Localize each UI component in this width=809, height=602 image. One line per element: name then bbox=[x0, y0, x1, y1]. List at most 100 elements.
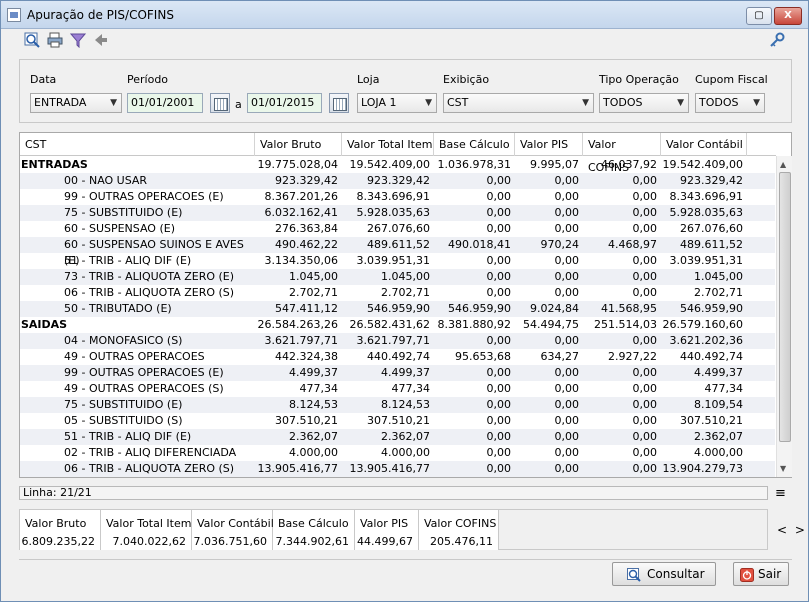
preview-icon[interactable] bbox=[23, 32, 40, 49]
table-cell-total: 8.124,53 bbox=[381, 398, 430, 411]
table-row[interactable]: 00 - NAO USAR 923.329,42 923.329,42 0,00 0,0… bbox=[20, 173, 775, 189]
table-cell-bruto: 2.702,71 bbox=[289, 286, 338, 299]
close-button[interactable]: X bbox=[774, 7, 802, 25]
table-cell-pis: 0,00 bbox=[554, 174, 580, 187]
table-cell-bruto: 13.905.416,77 bbox=[257, 462, 338, 475]
table-cell-total: 13.905.416,77 bbox=[349, 462, 430, 475]
table-cell-pis: 0,00 bbox=[554, 382, 580, 395]
table-cell-bruto: 547.411,12 bbox=[275, 302, 338, 315]
table-cell-bruto: 490.462,22 bbox=[275, 238, 338, 251]
back-arrow-icon[interactable] bbox=[92, 32, 109, 49]
table-cell-cofins: 0,00 bbox=[632, 430, 658, 443]
table-row[interactable]: 51 - TRIB - ALIQ DIF (E) 2.362,07 2.362,07… bbox=[20, 429, 775, 445]
sair-button[interactable]: Sair bbox=[733, 562, 789, 586]
data-select[interactable]: ENTRADA ▼ bbox=[30, 93, 122, 113]
calendar-icon[interactable] bbox=[329, 93, 349, 113]
table-cell-contabil: 3.621.202,36 bbox=[669, 334, 743, 347]
table-cell-total: 3.039.951,31 bbox=[356, 254, 430, 267]
table-row[interactable]: 49 - OUTRAS OPERACOES 442.324,38 440.492,7… bbox=[20, 349, 775, 365]
table-cell-cofins: 0,00 bbox=[632, 286, 658, 299]
consultar-button[interactable]: Consultar bbox=[612, 562, 716, 586]
nav-left-icon[interactable]: < bbox=[777, 523, 787, 537]
table-row[interactable]: 75 - SUBSTITUIDO (E) 6.032.162,41 5.928.03… bbox=[20, 205, 775, 221]
table-cell-bruto: 307.510,21 bbox=[275, 414, 338, 427]
table-row[interactable]: 75 - SUBSTITUIDO (E) 8.124,53 8.124,53 0,00… bbox=[20, 397, 775, 413]
tipo-operacao-select[interactable]: TODOS ▼ bbox=[599, 93, 689, 113]
table-row[interactable]: 51 - TRIB - ALIQ DIF (E) 3.134.350,06 3.03… bbox=[20, 253, 775, 269]
table-cell-pis: 0,00 bbox=[554, 446, 580, 459]
column-header[interactable]: Valor COFINS bbox=[583, 133, 661, 174]
table-row[interactable]: 49 - OUTRAS OPERACOES (S) 477,34 477,34 0,0… bbox=[20, 381, 775, 397]
table-row[interactable]: 50 - TRIBUTADO (E) 547.411,12 546.959,90 54… bbox=[20, 301, 775, 317]
nav-right-icon[interactable]: > bbox=[795, 523, 805, 537]
calendar-icon[interactable] bbox=[210, 93, 230, 113]
exibicao-select-value: CST bbox=[447, 96, 469, 109]
table-cell-cofins: 0,00 bbox=[632, 190, 658, 203]
table-row[interactable]: 73 - TRIB - ALIQUOTA ZERO (E) 1.045,00 1.0… bbox=[20, 269, 775, 285]
table-cell-pis: 0,00 bbox=[554, 222, 580, 235]
table-cell-total: 477,34 bbox=[391, 382, 431, 395]
table-cell-cofins: 0,00 bbox=[632, 174, 658, 187]
totals-row: Valor Bruto 6.809.235,22 Valor Total Item 7… bbox=[20, 510, 499, 550]
data-label: Data bbox=[30, 73, 57, 86]
loja-select[interactable]: LOJA 1 ▼ bbox=[357, 93, 437, 113]
column-header[interactable]: CST bbox=[20, 133, 255, 156]
table-cell-cst: 75 - SUBSTITUIDO (E) bbox=[64, 206, 183, 219]
print-icon[interactable] bbox=[46, 32, 63, 49]
scroll-up-icon[interactable]: ▲ bbox=[780, 160, 786, 169]
table-row[interactable]: 04 - MONOFASICO (S) 3.621.797,71 3.621.797… bbox=[20, 333, 775, 349]
table-cell-base: 0,00 bbox=[486, 206, 512, 219]
table-row[interactable]: 02 - TRIB - ALIQ DIFERENCIADA (S) 4.000,0… bbox=[20, 445, 775, 475]
vertical-scrollbar[interactable]: ▲ ▼ bbox=[776, 156, 792, 477]
table-cell-base: 0,00 bbox=[486, 222, 512, 235]
table-row[interactable]: 60 - SUSPENSAO (E) 276.363,84 267.076,60 0,… bbox=[20, 221, 775, 237]
table-row[interactable]: 06 - TRIB - ALIQUOTA ZERO (S) 2.702,71 2.7… bbox=[20, 285, 775, 301]
table-row[interactable]: 05 - SUBSTITUIDO (S) 307.510,21 307.510,21… bbox=[20, 413, 775, 429]
table-cell-pis: 0,00 bbox=[554, 334, 580, 347]
table-cell-pis: 0,00 bbox=[554, 398, 580, 411]
results-table: CST Valor Bruto Valor Total Item Base Cálcu… bbox=[19, 132, 792, 478]
cupom-fiscal-select[interactable]: TODOS ▼ bbox=[695, 93, 765, 113]
window: Apuração de PIS/COFINS ▢ X Data ENTRADA ▼… bbox=[0, 0, 809, 602]
table-row[interactable]: 06 - TRIB - ALIQUOTA ZERO (S) 13.905.416,… bbox=[20, 461, 775, 477]
table-row[interactable]: 99 - OUTRAS OPERACOES (E) 4.499,37 4.499,3… bbox=[20, 365, 775, 381]
table-cell-bruto: 276.363,84 bbox=[275, 222, 338, 235]
column-header[interactable]: Valor PIS bbox=[515, 133, 583, 156]
filter-panel: Data ENTRADA ▼ Período 01/01/2001 a 01/01… bbox=[19, 59, 792, 123]
periodo-start-field[interactable]: 01/01/2001 bbox=[127, 93, 203, 113]
group-row[interactable]: SAIDAS 26.584.263,26 26.582.431,62 8.381.88… bbox=[20, 317, 775, 333]
periodo-end-field[interactable]: 01/01/2015 bbox=[247, 93, 322, 113]
column-header[interactable]: Base Cálculo bbox=[434, 133, 515, 156]
table-body: ENTRADAS 19.775.028,04 19.542.409,00 1.036.… bbox=[20, 157, 775, 477]
table-cell-base: 0,00 bbox=[486, 366, 512, 379]
table-cell-base: 0,00 bbox=[486, 190, 512, 203]
filter-icon[interactable] bbox=[69, 32, 86, 49]
table-cell-total: 546.959,90 bbox=[367, 302, 430, 315]
scrollbar-thumb[interactable] bbox=[779, 172, 791, 442]
total-label: Valor Bruto bbox=[25, 517, 87, 530]
table-cell-bruto: 4.499,37 bbox=[289, 366, 338, 379]
table-cell-pis: 0,00 bbox=[554, 270, 580, 283]
exibicao-select[interactable]: CST ▼ bbox=[443, 93, 594, 113]
table-cell-contabil: 26.579.160,60 bbox=[662, 318, 743, 331]
menu-icon[interactable]: ≡ bbox=[775, 487, 786, 500]
table-cell-contabil: 923.329,42 bbox=[680, 174, 743, 187]
scroll-down-icon[interactable]: ▼ bbox=[780, 464, 786, 473]
group-row[interactable]: ENTRADAS 19.775.028,04 19.542.409,00 1.036.… bbox=[20, 157, 775, 173]
table-cell-cst: 49 - OUTRAS OPERACOES (S) bbox=[64, 382, 224, 395]
table-cell-cofins: 0,00 bbox=[632, 270, 658, 283]
table-cell-total: 2.702,71 bbox=[381, 286, 430, 299]
consultar-label: Consultar bbox=[647, 567, 705, 581]
total-label: Valor COFINS bbox=[424, 517, 497, 530]
column-header[interactable]: Valor Bruto bbox=[255, 133, 342, 156]
column-header[interactable]: Valor Contábil bbox=[661, 133, 747, 156]
restore-button[interactable]: ▢ bbox=[746, 7, 772, 25]
table-cell-total: 267.076,60 bbox=[367, 222, 430, 235]
column-header[interactable]: Valor Total Item bbox=[342, 133, 434, 156]
table-cell-base: 0,00 bbox=[486, 174, 512, 187]
key-icon[interactable] bbox=[768, 32, 785, 49]
table-row[interactable]: 60 - SUSPENSAO SUINOS E AVES (E) 490.462,… bbox=[20, 237, 775, 267]
title-bar[interactable]: Apuração de PIS/COFINS ▢ X bbox=[1, 1, 808, 29]
table-row[interactable]: 99 - OUTRAS OPERACOES (E) 8.367.201,26 8.3… bbox=[20, 189, 775, 205]
table-cell-cofins: 2.927,22 bbox=[608, 350, 657, 363]
